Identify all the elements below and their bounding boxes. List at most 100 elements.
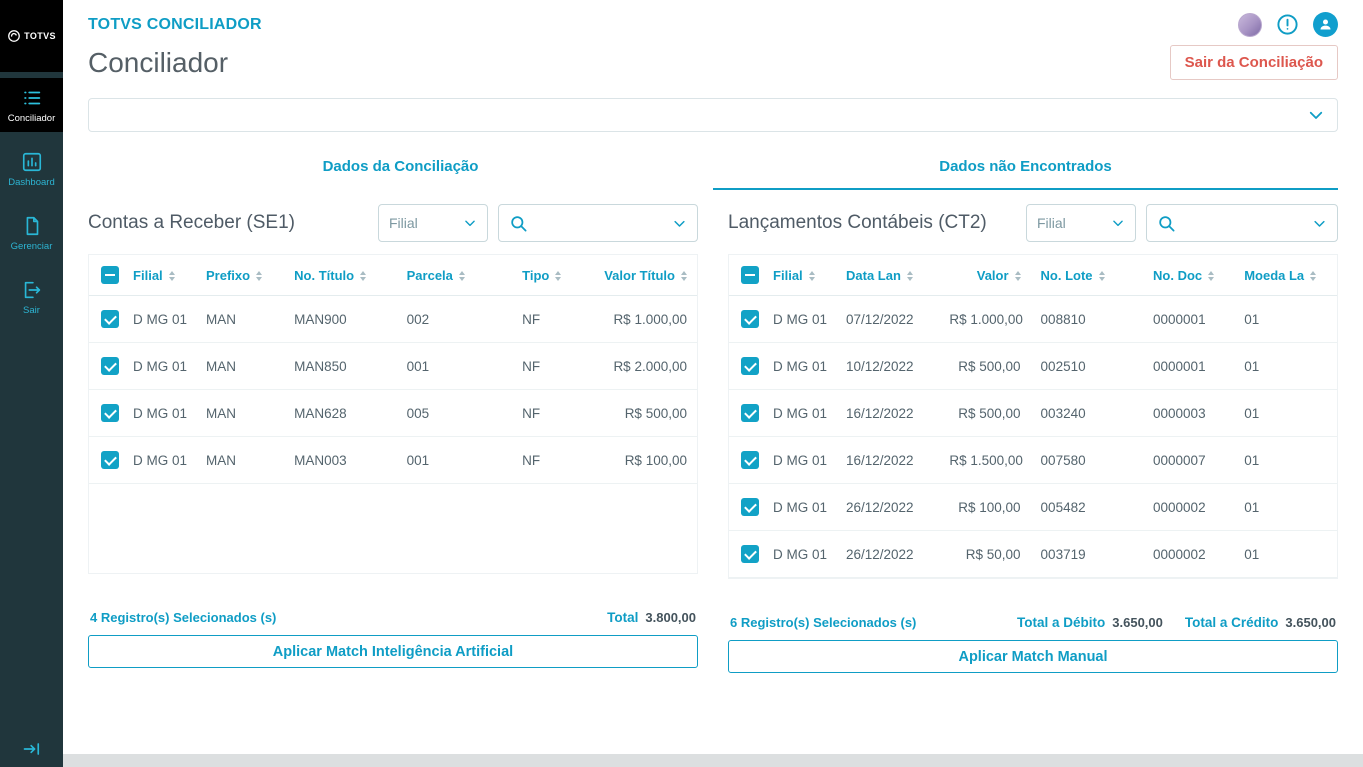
sort-icon[interactable] [1310, 271, 1316, 281]
column-header-filial[interactable]: Filial [123, 255, 196, 296]
table-cell: D MG 01 [763, 484, 836, 531]
table-cell: R$ 100,00 [588, 437, 697, 484]
sort-icon[interactable] [681, 271, 687, 281]
sort-icon[interactable] [907, 271, 913, 281]
apply-ai-match-button[interactable]: Aplicar Match Inteligência Artificial [88, 635, 698, 668]
row-checkbox[interactable] [741, 357, 759, 375]
table-cell: D MG 01 [123, 343, 196, 390]
row-checkbox[interactable] [101, 357, 119, 375]
sidebar-nav: Conciliador Dashboard Gerenciar [0, 78, 63, 324]
column-header-data-lan[interactable]: Data Lan [836, 255, 939, 296]
sidebar-item-dashboard[interactable]: Dashboard [0, 142, 63, 196]
sidebar-item-gerenciar[interactable]: Gerenciar [0, 206, 63, 260]
total-debit-label: Total a Débito [1017, 615, 1105, 630]
row-checkbox[interactable] [101, 451, 119, 469]
column-header-valor[interactable]: Valor [939, 255, 1030, 296]
receivables-table: Filial Prefixo No. Título ParcelaTipoValor … [89, 255, 697, 484]
accounting-panel-title: Lançamentos Contábeis (CT2) [728, 212, 1016, 234]
tab-dados-nao-encontrados[interactable]: Dados não Encontrados [713, 148, 1338, 190]
accounting-filial-select[interactable]: Filial [1026, 204, 1136, 242]
app-title: TOTVS CONCILIADOR [88, 16, 262, 34]
table-row: D MG 01MANMAN850001NFR$ 2.000,00 [89, 343, 697, 390]
row-checkbox[interactable] [741, 545, 759, 563]
totals: Total a Débito 3.650,00 Total a Crédito … [1017, 615, 1336, 630]
sort-icon[interactable] [1099, 271, 1105, 281]
table-cell: 0000001 [1143, 296, 1234, 343]
totvs-logo-icon [7, 29, 21, 43]
column-header-no-doc[interactable]: No. Doc [1143, 255, 1234, 296]
row-checkbox[interactable] [741, 451, 759, 469]
column-label: Filial [133, 268, 163, 283]
table-cell: D MG 01 [763, 296, 836, 343]
receivables-panel-title: Contas a Receber (SE1) [88, 212, 368, 234]
sidebar-item-label: Gerenciar [11, 241, 53, 252]
column-label: Filial [773, 268, 803, 283]
column-header-parcela[interactable]: Parcela [397, 255, 513, 296]
expand-sidebar-arrow-icon [22, 739, 42, 759]
table-row: D MG 0116/12/2022R$ 500,0000324000000030… [729, 390, 1337, 437]
column-header-no-t-tulo[interactable]: No. Título [284, 255, 396, 296]
filter-collapse-bar[interactable] [88, 98, 1338, 132]
select-label: Filial [389, 215, 418, 231]
receivables-table-container: Filial Prefixo No. Título ParcelaTipoValor … [88, 254, 698, 574]
table-cell: 0000007 [1143, 437, 1234, 484]
column-header-no-lote[interactable]: No. Lote [1031, 255, 1143, 296]
column-header-filial[interactable]: Filial [763, 255, 836, 296]
table-cell: 16/12/2022 [836, 437, 939, 484]
alert-icon[interactable] [1276, 13, 1299, 36]
tab-label: Dados não Encontrados [939, 158, 1112, 175]
row-checkbox[interactable] [741, 498, 759, 516]
column-header-valor-t-tulo[interactable]: Valor Título [588, 255, 697, 296]
sort-icon[interactable] [1208, 271, 1214, 281]
chevron-down-icon[interactable] [1312, 216, 1327, 231]
table-cell: 01 [1234, 484, 1337, 531]
table-cell: 10/12/2022 [836, 343, 939, 390]
table-cell: NF [512, 390, 588, 437]
sort-icon[interactable] [555, 271, 561, 281]
table-cell: R$ 50,00 [939, 531, 1030, 578]
totvs-logo: TOTVS [0, 0, 63, 72]
exit-conciliation-button[interactable]: Sair da Conciliação [1170, 45, 1338, 80]
total-credit-pair: Total a Crédito 3.650,00 [1185, 615, 1336, 630]
row-checkbox[interactable] [101, 404, 119, 422]
table-cell: D MG 01 [763, 390, 836, 437]
main-content: TOTVS CONCILIADOR Conciliador Sair da Co… [63, 0, 1363, 767]
column-header-moeda-la[interactable]: Moeda La [1234, 255, 1337, 296]
column-label: No. Título [294, 268, 354, 283]
accounting-search-lookup[interactable] [1146, 204, 1338, 242]
tab-dados-da-conciliacao[interactable]: Dados da Conciliação [88, 148, 713, 190]
expand-sidebar-button[interactable] [0, 739, 63, 759]
column-header-prefixo[interactable]: Prefixo [196, 255, 284, 296]
select-all-checkbox[interactable] [101, 266, 119, 284]
panels: Contas a Receber (SE1) Filial [88, 190, 1338, 673]
sort-icon[interactable] [360, 271, 366, 281]
table-cell: 0000002 [1143, 531, 1234, 578]
sidebar-item-sair[interactable]: Sair [0, 270, 63, 324]
row-checkbox[interactable] [101, 310, 119, 328]
sort-icon[interactable] [809, 271, 815, 281]
chevron-down-icon[interactable] [672, 216, 687, 231]
table-cell: D MG 01 [123, 296, 196, 343]
receivables-filial-select[interactable]: Filial [378, 204, 488, 242]
table-cell: 007580 [1031, 437, 1143, 484]
column-header-tipo[interactable]: Tipo [512, 255, 588, 296]
sort-icon[interactable] [169, 271, 175, 281]
avatar[interactable] [1238, 13, 1262, 37]
totvs-logo-text: TOTVS [24, 31, 56, 41]
row-checkbox[interactable] [741, 404, 759, 422]
horizontal-scrollbar[interactable] [63, 754, 1363, 767]
table-cell: D MG 01 [763, 343, 836, 390]
row-checkbox[interactable] [741, 310, 759, 328]
receivables-search-lookup[interactable] [498, 204, 698, 242]
user-icon[interactable] [1313, 12, 1338, 37]
sidebar-item-conciliador[interactable]: Conciliador [0, 78, 63, 132]
sort-icon[interactable] [256, 271, 262, 281]
apply-manual-match-button[interactable]: Aplicar Match Manual [728, 640, 1338, 673]
tab-label: Dados da Conciliação [323, 158, 479, 175]
receivables-footer: 4 Registro(s) Selecionados (s) Total 3.8… [88, 610, 698, 625]
select-all-checkbox[interactable] [741, 266, 759, 284]
sort-icon[interactable] [459, 271, 465, 281]
table-cell: D MG 01 [763, 437, 836, 484]
topbar-icons [1238, 12, 1338, 37]
sort-icon[interactable] [1015, 271, 1021, 281]
